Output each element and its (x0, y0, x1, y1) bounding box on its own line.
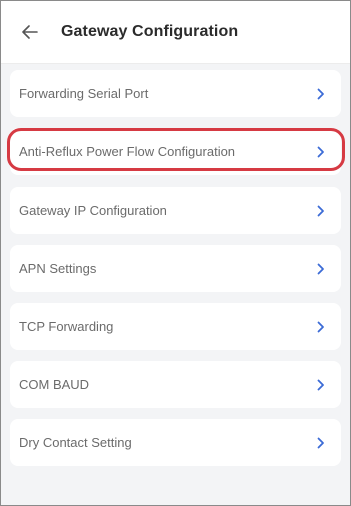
menu-item-label: Gateway IP Configuration (19, 203, 167, 218)
app-header: Gateway Configuration (1, 1, 350, 64)
menu-item-forwarding-serial-port[interactable]: Forwarding Serial Port (10, 70, 341, 117)
gateway-configuration-screen: Gateway Configuration Forwarding Serial … (0, 0, 351, 506)
menu-item-label: APN Settings (19, 261, 97, 276)
back-button[interactable] (19, 21, 41, 43)
menu-item-anti-reflux-power-flow-configuration[interactable]: Anti-Reflux Power Flow Configuration (10, 128, 341, 175)
menu-item-tcp-forwarding[interactable]: TCP Forwarding (10, 303, 341, 350)
chevron-right-icon (315, 263, 327, 275)
menu-item-dry-contact-setting[interactable]: Dry Contact Setting (10, 419, 341, 466)
arrow-left-icon (22, 25, 38, 39)
chevron-right-icon (315, 88, 327, 100)
menu-item-label: TCP Forwarding (19, 319, 114, 334)
menu-item-gateway-ip-configuration[interactable]: Gateway IP Configuration (10, 187, 341, 234)
chevron-right-icon (315, 146, 327, 158)
menu-item-apn-settings[interactable]: APN Settings (10, 245, 341, 292)
menu-item-label: COM BAUD (19, 377, 90, 392)
chevron-right-icon (315, 205, 327, 217)
menu-item-label: Forwarding Serial Port (19, 86, 149, 101)
chevron-right-icon (315, 379, 327, 391)
chevron-right-icon (315, 321, 327, 333)
menu-item-label: Dry Contact Setting (19, 435, 132, 450)
menu-item-com-baud[interactable]: COM BAUD (10, 361, 341, 408)
page-title: Gateway Configuration (61, 23, 239, 40)
chevron-right-icon (315, 437, 327, 449)
menu-item-label: Anti-Reflux Power Flow Configuration (19, 144, 236, 159)
